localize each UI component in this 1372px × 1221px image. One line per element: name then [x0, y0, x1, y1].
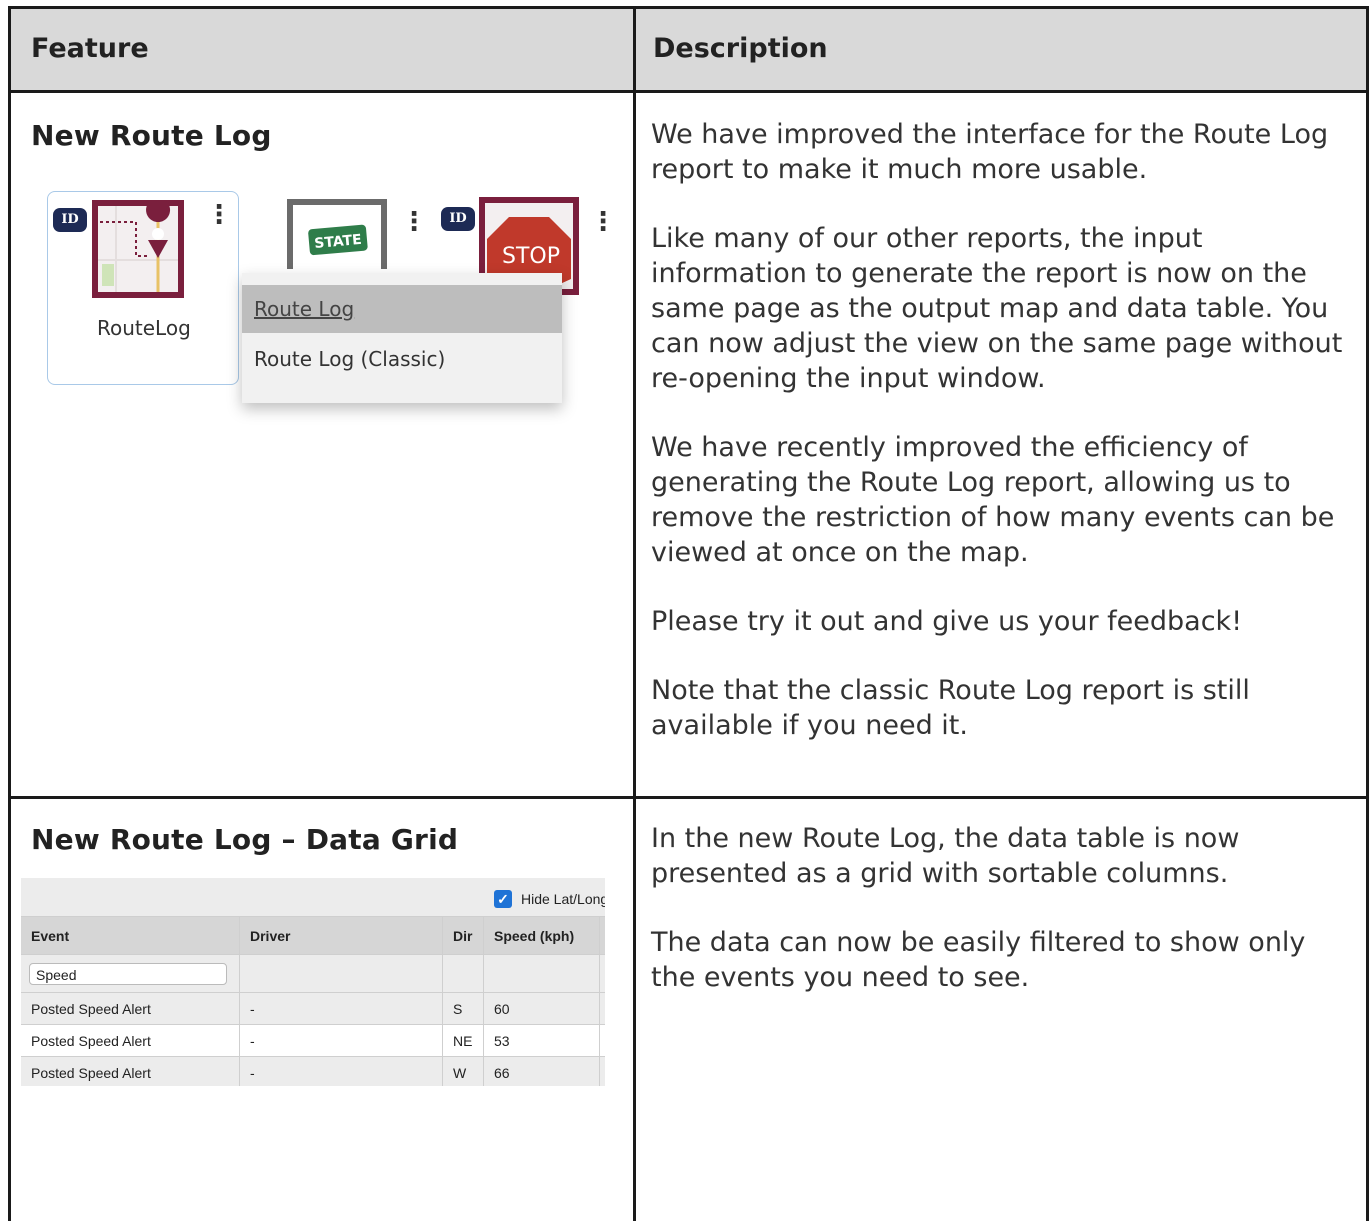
column-header-speed[interactable]: Speed (kph): [484, 917, 600, 954]
table-row[interactable]: Posted Speed Alert - S 60: [21, 992, 605, 1024]
menu-item-route-log-classic[interactable]: Route Log (Classic): [242, 335, 562, 383]
route-log-tiles-screenshot: ID ⋮ RouteLog STATE ⋮ ID STOP ⋮ Route Lo…: [47, 187, 616, 421]
paragraph: We have recently improved the efficiency…: [651, 432, 1335, 568]
data-grid-description: In the new Route Log, the data table is …: [651, 821, 1351, 1029]
cell-dir: S: [443, 993, 484, 1024]
paragraph: Note that the classic Route Log report i…: [651, 675, 1250, 741]
feature-title-data-grid: New Route Log – Data Grid: [31, 823, 459, 856]
paragraph: We have improved the interface for the R…: [651, 119, 1329, 185]
cell-driver: -: [240, 1057, 443, 1086]
state-sign-icon: STATE: [287, 199, 387, 269]
table-row[interactable]: Posted Speed Alert - W 66: [21, 1056, 605, 1086]
hide-lat-long-checkbox[interactable]: ✓: [494, 890, 512, 908]
cell-speed: 53: [484, 1025, 600, 1056]
row-divider: [11, 796, 1366, 799]
more-options-icon[interactable]: ⋮: [401, 209, 427, 235]
cell-driver: -: [240, 993, 443, 1024]
table-header: Feature Description: [11, 9, 1366, 93]
column-header-event[interactable]: Event: [21, 917, 240, 954]
menu-item-route-log[interactable]: Route Log: [242, 285, 562, 333]
grid-toolbar: ✓ Hide Lat/Long: [21, 878, 605, 916]
paragraph: In the new Route Log, the data table is …: [651, 823, 1240, 889]
data-grid-screenshot: ✓ Hide Lat/Long Event Driver Dir Speed (…: [21, 878, 605, 1086]
cell-dir: W: [443, 1057, 484, 1086]
cell-driver: -: [240, 1025, 443, 1056]
column-header-dir[interactable]: Dir: [443, 917, 484, 954]
grid-filter-row: Speed: [21, 954, 605, 992]
paragraph: Like many of our other reports, the inpu…: [651, 223, 1343, 394]
table-row[interactable]: Posted Speed Alert - NE 53: [21, 1024, 605, 1056]
id-badge: ID: [441, 207, 475, 231]
more-options-icon[interactable]: ⋮: [206, 202, 232, 228]
cell-speed: 66: [484, 1057, 600, 1086]
cell-dir: NE: [443, 1025, 484, 1056]
tile-label: RouteLog: [97, 316, 191, 340]
cell-event: Posted Speed Alert: [21, 1057, 240, 1086]
cell-speed: 60: [484, 993, 600, 1024]
feature-title-route-log: New Route Log: [31, 119, 272, 152]
event-filter-cell: Speed: [21, 955, 240, 992]
feature-column-header: Feature: [31, 33, 149, 64]
cell-event: Posted Speed Alert: [21, 993, 240, 1024]
routelog-tile[interactable]: ID ⋮ RouteLog: [47, 191, 239, 385]
paragraph: Please try it out and give us your feedb…: [651, 606, 1243, 637]
route-map-icon: [92, 200, 184, 298]
grid-header-row: Event Driver Dir Speed (kph): [21, 916, 605, 954]
description-column-header: Description: [653, 33, 828, 64]
column-header-driver[interactable]: Driver: [240, 917, 443, 954]
tile-context-menu: Route Log Route Log (Classic): [242, 273, 562, 403]
route-log-description: We have improved the interface for the R…: [651, 117, 1351, 777]
stop-sign-text: STOP: [502, 244, 560, 269]
hide-lat-long-label: Hide Lat/Long: [521, 891, 605, 907]
cell-event: Posted Speed Alert: [21, 1025, 240, 1056]
column-divider: [633, 9, 636, 1221]
paragraph: The data can now be easily filtered to s…: [651, 927, 1306, 993]
id-badge: ID: [53, 208, 87, 232]
event-filter-input[interactable]: Speed: [29, 962, 227, 985]
more-options-icon[interactable]: ⋮: [590, 209, 616, 235]
